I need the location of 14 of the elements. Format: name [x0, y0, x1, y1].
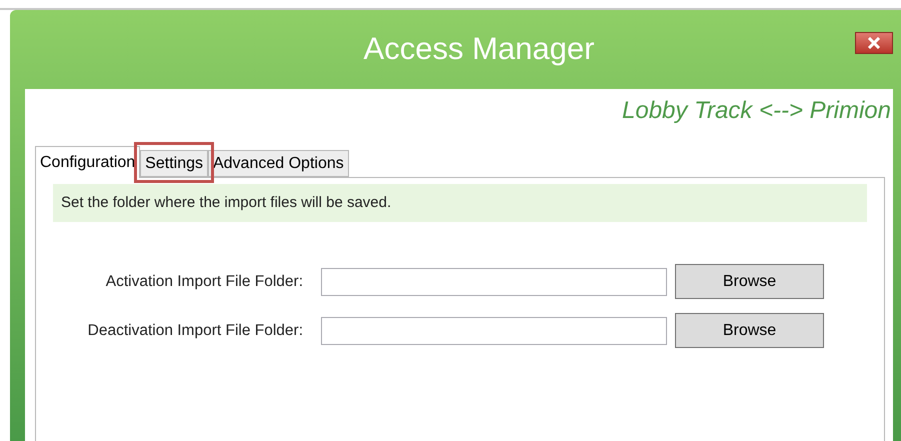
tab[interactable]: Settings [140, 150, 208, 177]
folder-input-field[interactable] [321, 316, 667, 344]
tab[interactable]: Advanced Options [208, 150, 349, 177]
browse-button[interactable]: Browse [675, 264, 824, 299]
close-icon [867, 37, 881, 49]
window-title: Access Manager [362, 30, 594, 68]
browse-button[interactable]: Browse [675, 313, 824, 348]
close-button[interactable] [855, 32, 893, 54]
field-label: Deactivation Import File Folder: [86, 320, 304, 341]
folder-input-field[interactable] [321, 268, 667, 296]
tab[interactable]: Configuration [35, 146, 140, 178]
window-subtitle: Lobby Track <--> Primion [622, 96, 891, 126]
info-banner: Set the folder where the import files will be saved. [53, 184, 867, 222]
field-label: Activation Import File Folder: [104, 272, 304, 292]
